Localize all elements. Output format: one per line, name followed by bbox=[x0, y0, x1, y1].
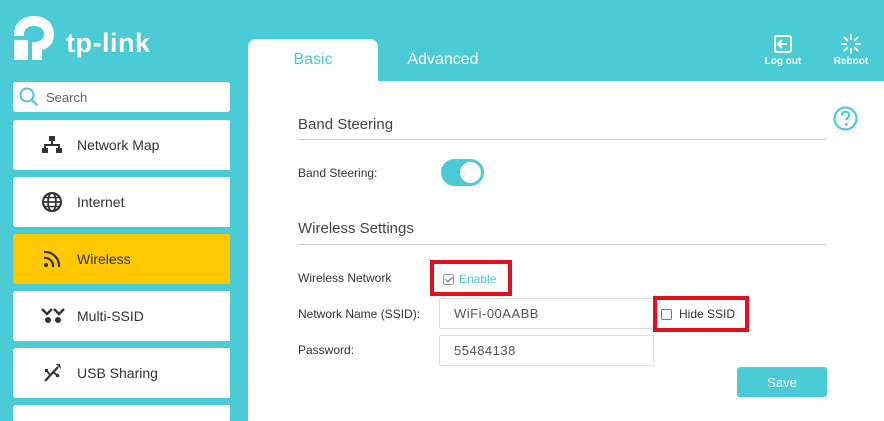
tp-link-logo: tp-link bbox=[12, 14, 152, 64]
multi-ssid-icon bbox=[41, 305, 65, 327]
ssid-label: Network Name (SSID): bbox=[298, 307, 421, 321]
logout-label: Log out bbox=[764, 56, 802, 67]
search-icon bbox=[19, 87, 39, 107]
wireless-settings-section-title: Wireless Settings bbox=[298, 220, 414, 237]
reboot-button[interactable]: Reboot bbox=[826, 34, 876, 67]
sidebar-item-usb-sharing[interactable]: USB Sharing bbox=[13, 348, 230, 398]
sidebar-item-internet[interactable]: Internet bbox=[13, 177, 230, 227]
enable-highlight-box: Enable bbox=[430, 260, 512, 296]
band-steering-label: Band Steering: bbox=[298, 166, 378, 180]
ssid-input[interactable] bbox=[439, 298, 654, 329]
help-icon bbox=[833, 106, 858, 131]
search-box[interactable] bbox=[13, 82, 230, 112]
hide-ssid-checkbox[interactable] bbox=[661, 309, 672, 320]
network-map-icon bbox=[41, 134, 65, 156]
save-button[interactable]: Save bbox=[737, 367, 827, 397]
search-input[interactable] bbox=[46, 86, 221, 108]
help-button[interactable] bbox=[833, 106, 858, 136]
reboot-icon bbox=[841, 34, 861, 54]
usb-icon bbox=[41, 362, 65, 384]
wireless-network-label: Wireless Network bbox=[298, 271, 392, 285]
section-divider bbox=[298, 244, 827, 245]
password-label: Password: bbox=[298, 343, 355, 357]
logout-icon bbox=[774, 35, 792, 53]
enable-checkbox[interactable] bbox=[443, 274, 454, 285]
enable-label[interactable]: Enable bbox=[459, 272, 496, 286]
sidebar-item-label: Network Map bbox=[77, 137, 160, 153]
sidebar-item-label: Wireless bbox=[77, 251, 131, 267]
sidebar-item-network-map[interactable]: Network Map bbox=[13, 120, 230, 170]
globe-icon bbox=[41, 191, 65, 213]
brand-name: tp-link bbox=[66, 28, 151, 58]
hide-ssid-highlight-box: Hide SSID bbox=[653, 296, 749, 332]
sidebar-item-label: USB Sharing bbox=[77, 365, 158, 381]
sidebar-item-label: Internet bbox=[77, 194, 125, 210]
tab-basic[interactable]: Basic bbox=[248, 39, 378, 81]
logout-button[interactable]: Log out bbox=[758, 34, 808, 67]
reboot-label: Reboot bbox=[833, 56, 869, 67]
wifi-icon bbox=[41, 248, 65, 270]
hide-ssid-label[interactable]: Hide SSID bbox=[679, 307, 735, 321]
section-divider bbox=[298, 139, 827, 140]
sidebar-item-multi-ssid[interactable]: Multi-SSID bbox=[13, 291, 230, 341]
band-steering-toggle[interactable] bbox=[441, 159, 484, 186]
tp-link-logo-icon bbox=[14, 16, 54, 60]
sidebar-item-label: Multi-SSID bbox=[77, 308, 144, 324]
sidebar-item-partial[interactable] bbox=[13, 405, 230, 421]
partial-icon bbox=[41, 415, 65, 421]
password-input[interactable] bbox=[439, 335, 654, 366]
tab-advanced[interactable]: Advanced bbox=[378, 39, 508, 81]
toggle-knob bbox=[460, 162, 481, 183]
sidebar-item-wireless[interactable]: Wireless bbox=[13, 234, 230, 284]
band-steering-section-title: Band Steering bbox=[298, 116, 394, 133]
